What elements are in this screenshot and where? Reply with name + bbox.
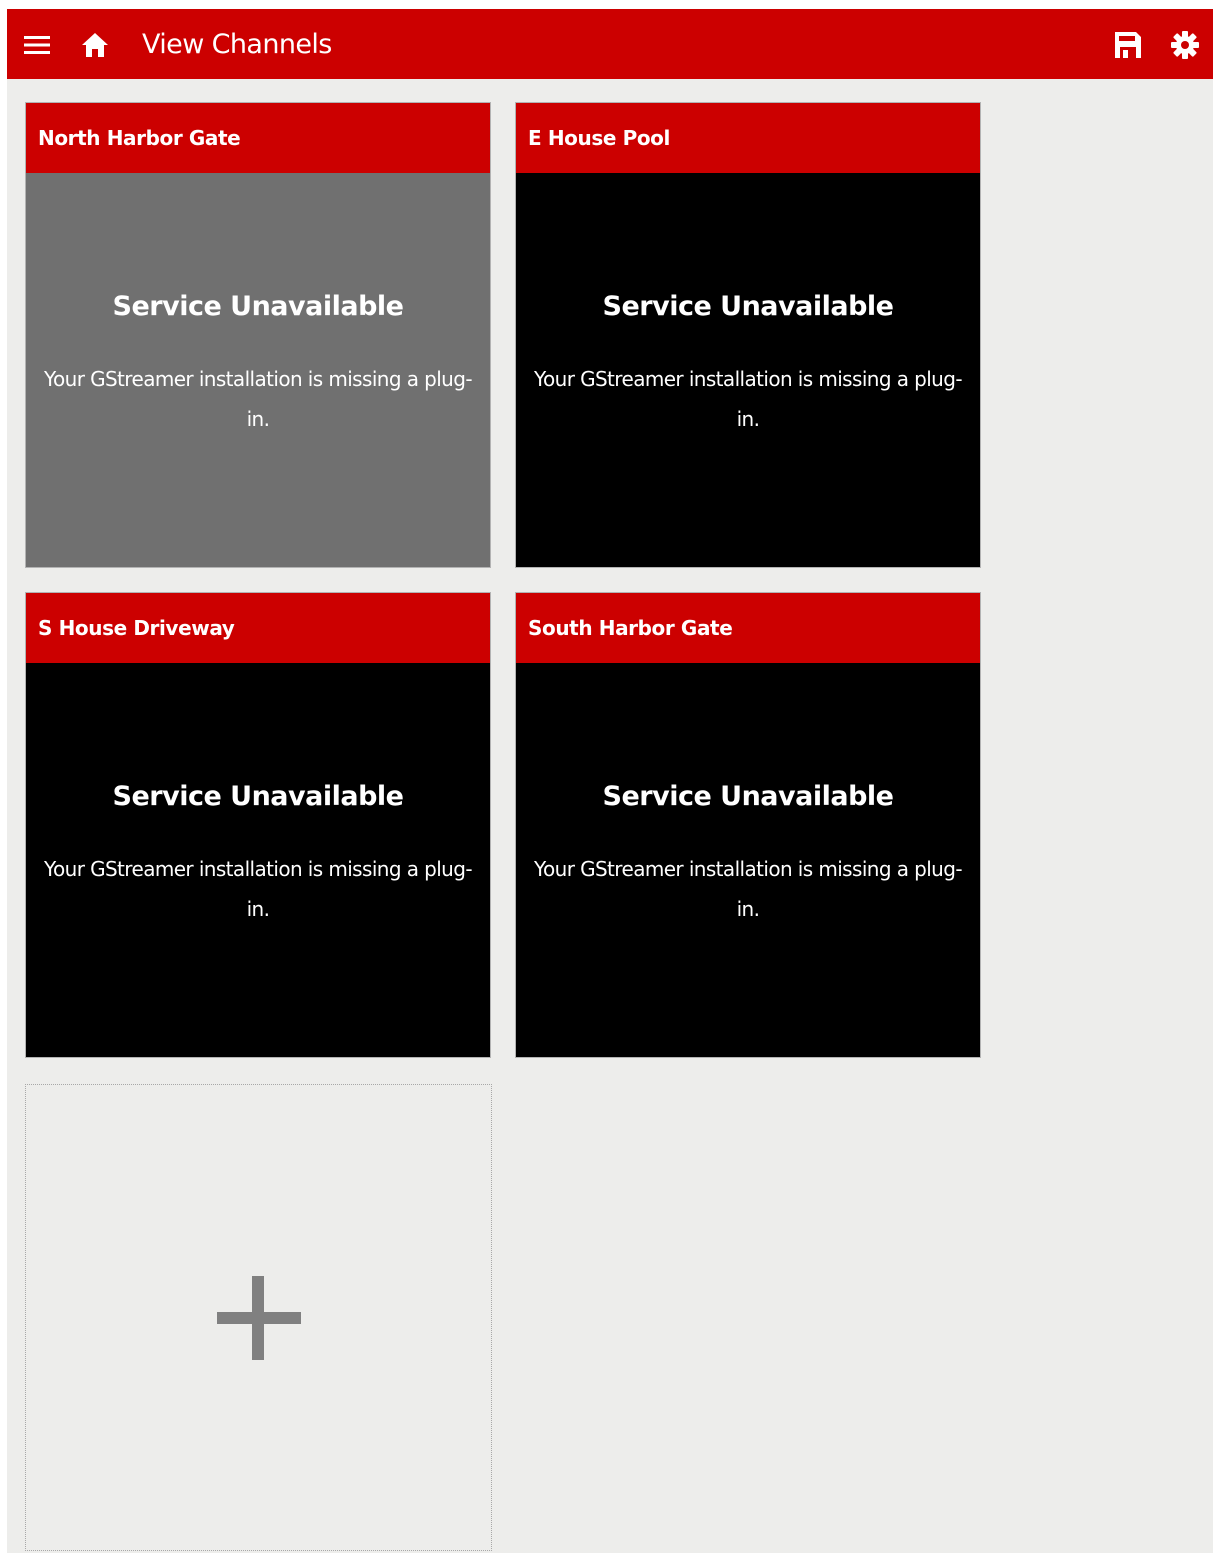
status-message: Your GStreamer installation is missing a… [534, 857, 963, 921]
status-title: Service Unavailable [112, 291, 404, 322]
channel-tile-e-house-pool[interactable]: E House Pool Service Unavailable Your GS… [515, 102, 981, 568]
video-viewport[interactable]: Service Unavailable Your GStreamer insta… [26, 173, 490, 567]
video-viewport[interactable]: Service Unavailable Your GStreamer insta… [26, 663, 490, 1057]
status-title: Service Unavailable [602, 781, 894, 812]
top-app-bar: View Channels [7, 9, 1213, 79]
channel-tile-south-harbor-gate[interactable]: South Harbor Gate Service Unavailable Yo… [515, 592, 981, 1058]
channel-title[interactable]: North Harbor Gate [26, 103, 490, 173]
video-viewport[interactable]: Service Unavailable Your GStreamer insta… [516, 173, 980, 567]
channel-tile-north-harbor-gate[interactable]: North Harbor Gate Service Unavailable Yo… [25, 102, 491, 568]
plus-icon-vertical-bar [252, 1276, 264, 1360]
channel-title[interactable]: S House Driveway [26, 593, 490, 663]
channel-title[interactable]: E House Pool [516, 103, 980, 173]
gear-icon[interactable] [1170, 30, 1200, 60]
save-icon[interactable] [1113, 30, 1143, 60]
status-message: Your GStreamer installation is missing a… [534, 367, 963, 431]
home-icon[interactable] [80, 30, 110, 60]
status-message: Your GStreamer installation is missing a… [44, 857, 473, 921]
status-title: Service Unavailable [602, 291, 894, 322]
video-viewport[interactable]: Service Unavailable Your GStreamer insta… [516, 663, 980, 1057]
page-title: View Channels [142, 29, 332, 60]
channel-tile-s-house-driveway[interactable]: S House Driveway Service Unavailable You… [25, 592, 491, 1058]
add-channel-button[interactable] [25, 1084, 492, 1551]
plus-icon [217, 1276, 301, 1360]
hamburger-menu-icon[interactable] [22, 30, 52, 60]
channel-title[interactable]: South Harbor Gate [516, 593, 980, 663]
status-title: Service Unavailable [112, 781, 404, 812]
status-message: Your GStreamer installation is missing a… [44, 367, 473, 431]
app-frame: View Channels North Harbor Gate Service … [7, 9, 1213, 1553]
